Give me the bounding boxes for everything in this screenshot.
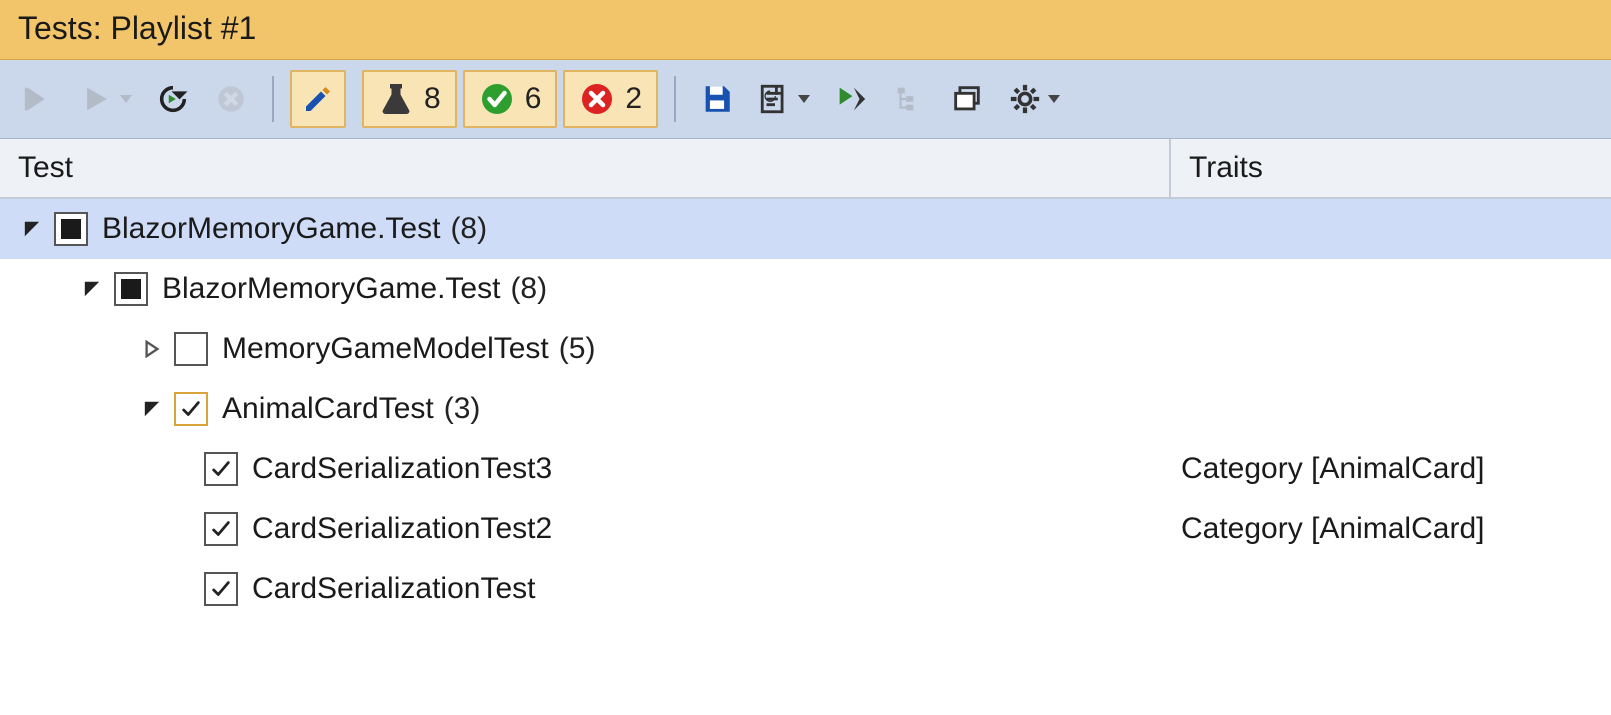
tree-node-traits — [1171, 283, 1611, 295]
tree-node-label: AnimalCardTest — [222, 392, 434, 426]
windows-icon — [950, 82, 984, 116]
fail-icon — [579, 81, 615, 117]
window-title-text: Tests: Playlist #1 — [18, 10, 256, 46]
gear-icon — [1008, 82, 1042, 116]
failed-tests-button[interactable]: 2 — [563, 70, 658, 128]
expand-toggle-icon[interactable] — [18, 215, 46, 243]
run-profile-button[interactable] — [826, 75, 876, 123]
tree-node-label: BlazorMemoryGame.Test — [102, 212, 440, 246]
checkbox-unchecked[interactable] — [174, 332, 208, 366]
tree-node-label: MemoryGameModelTest — [222, 332, 549, 366]
checkbox-mixed[interactable] — [54, 212, 88, 246]
tree-node-traits — [1171, 403, 1611, 415]
run-button[interactable] — [72, 75, 140, 123]
tree-node-test[interactable]: CardSerializationTest2 Category [AnimalC… — [0, 499, 1611, 559]
toolbar: 8 6 2 — [0, 60, 1611, 139]
tree-node-traits — [1171, 583, 1611, 595]
flask-icon — [378, 81, 414, 117]
column-header-test-label: Test — [18, 151, 73, 184]
tree-node-count: (3) — [444, 392, 481, 426]
repeat-run-button[interactable] — [148, 75, 198, 123]
stop-run-button[interactable] — [206, 75, 256, 123]
failed-tests-count: 2 — [625, 82, 642, 116]
run-debug-button[interactable] — [14, 75, 64, 123]
tree-node-label: CardSerializationTest — [252, 572, 535, 606]
column-header-traits[interactable]: Traits — [1171, 139, 1611, 197]
tree-node-traits: Category [AnimalCard] — [1171, 506, 1611, 552]
passed-tests-count: 6 — [525, 82, 542, 116]
window-title: Tests: Playlist #1 — [0, 0, 1611, 60]
tree-node-test[interactable]: CardSerializationTest — [0, 559, 1611, 619]
tree-node-test[interactable]: CardSerializationTest3 Category [AnimalC… — [0, 439, 1611, 499]
playlist-options-button[interactable] — [750, 75, 818, 123]
checkbox-checked[interactable] — [204, 452, 238, 486]
settings-button[interactable] — [1000, 75, 1068, 123]
counts-group: 8 6 2 — [362, 70, 658, 128]
tree-node-class[interactable]: AnimalCardTest (3) — [0, 379, 1611, 439]
tree-node-label: BlazorMemoryGame.Test — [162, 272, 500, 306]
tree-node-class[interactable]: MemoryGameModelTest (5) — [0, 319, 1611, 379]
dropdown-icon — [1048, 95, 1060, 103]
tree-node-namespace[interactable]: BlazorMemoryGame.Test (8) — [0, 259, 1611, 319]
tree-node-traits — [1171, 223, 1611, 235]
expand-toggle-icon[interactable] — [138, 335, 166, 363]
tree-node-count: (5) — [559, 332, 596, 366]
tree-node-traits: Category [AnimalCard] — [1171, 446, 1611, 492]
hierarchy-view-button[interactable] — [884, 75, 934, 123]
checkbox-checked[interactable] — [174, 392, 208, 426]
checkbox-checked[interactable] — [204, 572, 238, 606]
show-windows-button[interactable] — [942, 75, 992, 123]
column-header-test[interactable]: Test — [0, 139, 1171, 197]
save-icon — [700, 82, 734, 116]
expand-toggle-icon[interactable] — [138, 395, 166, 423]
passed-tests-button[interactable]: 6 — [463, 70, 558, 128]
dropdown-icon — [798, 95, 810, 103]
tree-node-project[interactable]: BlazorMemoryGame.Test (8) — [0, 199, 1611, 259]
column-headers: Test Traits — [0, 139, 1611, 199]
tree-node-count: (8) — [450, 212, 487, 246]
toolbar-separator — [674, 76, 676, 122]
column-header-traits-label: Traits — [1189, 151, 1263, 184]
tree-node-label: CardSerializationTest3 — [252, 452, 552, 486]
tree-node-traits — [1171, 343, 1611, 355]
checkbox-mixed[interactable] — [114, 272, 148, 306]
toolbar-separator — [272, 76, 274, 122]
test-tree: BlazorMemoryGame.Test (8) BlazorMemoryGa… — [0, 199, 1611, 715]
total-tests-button[interactable]: 8 — [362, 70, 457, 128]
edit-playlist-button[interactable] — [290, 70, 346, 128]
total-tests-count: 8 — [424, 82, 441, 116]
checkbox-checked[interactable] — [204, 512, 238, 546]
playlist-doc-icon — [758, 82, 792, 116]
tree-node-label: CardSerializationTest2 — [252, 512, 552, 546]
save-playlist-button[interactable] — [692, 75, 742, 123]
pass-icon — [479, 81, 515, 117]
tree-node-count: (8) — [510, 272, 547, 306]
expand-toggle-icon[interactable] — [78, 275, 106, 303]
run-dropdown-icon — [120, 95, 132, 103]
hierarchy-icon — [892, 82, 926, 116]
